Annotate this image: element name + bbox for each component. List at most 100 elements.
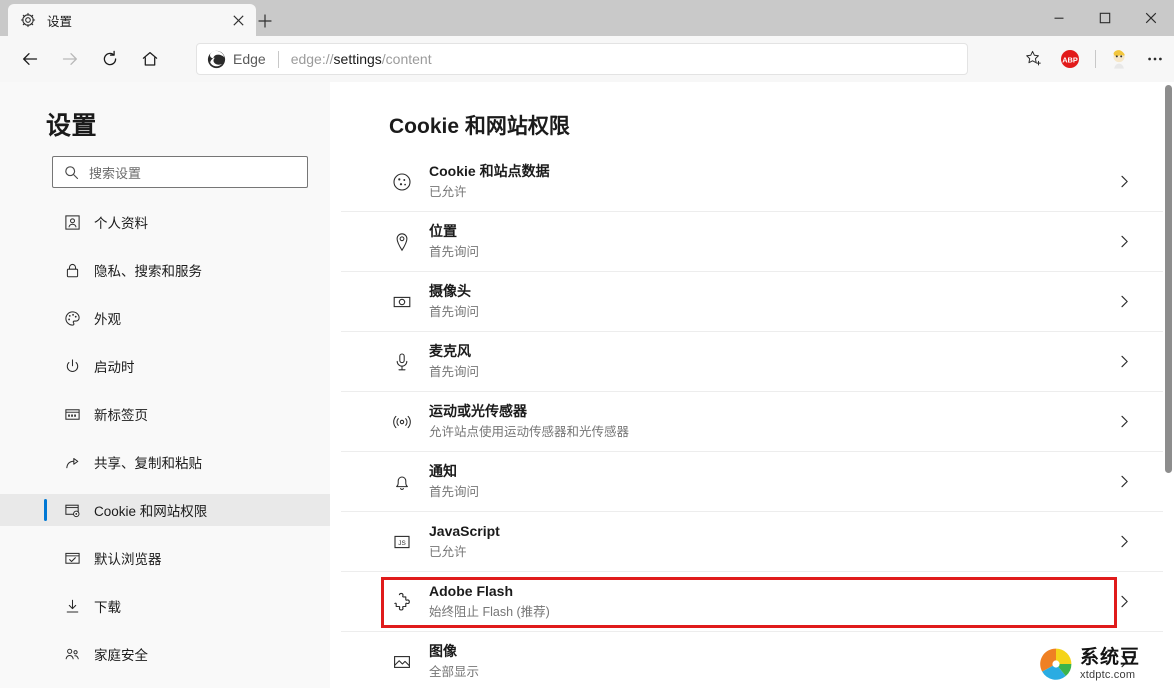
microphone-icon: [391, 351, 413, 373]
permission-status: 首先询问: [429, 364, 480, 379]
adblock-extension-icon[interactable]: ABP: [1053, 43, 1087, 75]
svg-text:JS: JS: [398, 540, 405, 547]
chevron-right-icon[interactable]: [1114, 472, 1134, 492]
home-button[interactable]: [132, 41, 168, 77]
permission-row-camera[interactable]: 摄像头 首先询问: [341, 272, 1174, 332]
permissions-list: Cookie 和站点数据 已允许 位置 首先询问 摄像头 首先询问 麦克风 首先…: [341, 152, 1174, 688]
sidebar-item-share[interactable]: 共享、复制和粘贴: [0, 446, 330, 478]
gear-icon: [20, 12, 36, 28]
chevron-right-icon[interactable]: [1114, 592, 1134, 612]
chevron-right-icon[interactable]: [1114, 172, 1134, 192]
url-bold-part: settings: [333, 51, 382, 67]
main-scrollbar[interactable]: [1163, 82, 1174, 688]
palette-icon: [62, 308, 82, 328]
permission-status: 允许站点使用运动传感器和光传感器: [429, 424, 630, 439]
sidebar-nav-list: 个人资料 隐私、搜索和服务 外观 启动时 新标签页 共享、复制和粘贴 Cooki…: [0, 206, 330, 688]
chevron-right-icon[interactable]: [1114, 292, 1134, 312]
sidebar-item-default-browser[interactable]: 默认浏览器: [0, 542, 330, 574]
flash-puzzle-icon: [391, 591, 413, 613]
permission-row-location[interactable]: 位置 首先询问: [341, 212, 1174, 272]
watermark-text: 系统豆 xtdptc.com: [1080, 648, 1140, 681]
sidebar-item-label: 下载: [94, 600, 121, 615]
minimize-button[interactable]: [1036, 0, 1082, 36]
location-pin-icon: [391, 231, 413, 253]
address-bar[interactable]: Edge edge://settings/content: [196, 43, 968, 75]
title-bar: 设置: [0, 0, 1174, 36]
section-heading: Cookie 和网站权限: [389, 115, 570, 138]
edge-brand-label: Edge: [233, 51, 266, 67]
permission-row-microphone[interactable]: 麦克风 首先询问: [341, 332, 1174, 392]
maximize-button[interactable]: [1082, 0, 1128, 36]
permission-title: 位置: [429, 223, 457, 240]
permission-row-cookies[interactable]: Cookie 和站点数据 已允许: [341, 152, 1174, 212]
cookie-icon: [391, 171, 413, 193]
permission-text: 图像 全部显示: [429, 641, 479, 681]
browser-window: 设置 Edge edge://settings/content ABP 设置 搜…: [0, 0, 1174, 688]
close-button[interactable]: [1128, 0, 1174, 36]
tab-title: 设置: [47, 14, 73, 29]
sidebar-item-label: 默认浏览器: [94, 552, 162, 567]
family-icon: [62, 644, 82, 664]
permission-row-sensors[interactable]: 运动或光传感器 允许站点使用运动传感器和光传感器: [341, 392, 1174, 452]
permission-status: 始终阻止 Flash (推荐): [429, 604, 550, 619]
permission-title: Cookie 和站点数据: [429, 163, 550, 180]
watermark-logo-icon: [1038, 646, 1074, 682]
sidebar-item-privacy[interactable]: 隐私、搜索和服务: [0, 254, 330, 286]
lock-icon: [62, 260, 82, 280]
permission-text: 麦克风 首先询问: [429, 341, 479, 381]
main-scrollbar-thumb[interactable]: [1165, 85, 1172, 473]
permission-row-notifications[interactable]: 通知 首先询问: [341, 452, 1174, 512]
permission-status: 全部显示: [429, 664, 480, 679]
tab-close-icon[interactable]: [226, 8, 250, 32]
forward-button[interactable]: [52, 41, 88, 77]
search-input[interactable]: 搜索设置: [52, 156, 308, 188]
sidebar-item-newtab[interactable]: 新标签页: [0, 398, 330, 430]
javascript-icon: JS: [391, 531, 413, 553]
sidebar-item-startup[interactable]: 启动时: [0, 350, 330, 382]
permission-text: JavaScript 已允许: [429, 521, 500, 561]
permission-status: 首先询问: [429, 304, 480, 319]
sidebar-item-family-safety[interactable]: 家庭安全: [0, 638, 330, 670]
chevron-right-icon[interactable]: [1114, 352, 1134, 372]
favorite-star-icon[interactable]: [1017, 43, 1051, 75]
permission-title: 摄像头: [429, 283, 471, 300]
camera-icon: [391, 291, 413, 313]
window-controls: [1036, 0, 1174, 36]
refresh-button[interactable]: [92, 41, 128, 77]
avatar[interactable]: [1102, 43, 1136, 75]
permission-text: Cookie 和站点数据 已允许: [429, 161, 550, 201]
cookie-permissions-icon: [62, 500, 82, 520]
back-button[interactable]: [12, 41, 48, 77]
permissions-pane: Cookie 和网站权限 Cookie 和站点数据 已允许 位置 首先询问 摄像…: [341, 82, 1174, 688]
permission-status: 已允许: [429, 544, 467, 559]
browser-tab[interactable]: 设置: [8, 4, 256, 36]
permission-row-javascript[interactable]: JS JavaScript 已允许: [341, 512, 1174, 572]
sidebar-item-appearance[interactable]: 外观: [0, 302, 330, 334]
newtab-icon: [62, 404, 82, 424]
watermark: 系统豆 xtdptc.com: [1038, 640, 1174, 688]
sidebar-item-label: 新标签页: [94, 408, 148, 423]
share-icon: [62, 452, 82, 472]
sidebar-item-label: 家庭安全: [94, 648, 148, 663]
new-tab-button[interactable]: [252, 8, 278, 34]
permission-title: 通知: [429, 463, 457, 480]
page-title: 设置: [46, 112, 98, 140]
more-menu-icon[interactable]: [1138, 43, 1172, 75]
chevron-right-icon[interactable]: [1114, 532, 1134, 552]
permission-status: 首先询问: [429, 244, 480, 259]
permission-title: 麦克风: [429, 343, 471, 360]
permission-title: Adobe Flash: [429, 583, 514, 600]
sidebar-item-profile[interactable]: 个人资料: [0, 206, 330, 238]
permission-title: 图像: [429, 643, 457, 660]
chevron-right-icon[interactable]: [1114, 232, 1134, 252]
sidebar-item-label: 隐私、搜索和服务: [94, 264, 202, 279]
permission-row-adobe-flash[interactable]: Adobe Flash 始终阻止 Flash (推荐): [341, 572, 1174, 632]
permission-title: 运动或光传感器: [429, 403, 527, 420]
sidebar-item-downloads[interactable]: 下载: [0, 590, 330, 622]
permission-title: JavaScript: [429, 523, 500, 540]
sidebar-item-label: 共享、复制和粘贴: [94, 456, 202, 471]
svg-text:ABP: ABP: [1062, 55, 1078, 64]
image-icon: [391, 651, 413, 673]
sidebar-item-cookies-permissions[interactable]: Cookie 和网站权限: [0, 494, 330, 526]
chevron-right-icon[interactable]: [1114, 412, 1134, 432]
